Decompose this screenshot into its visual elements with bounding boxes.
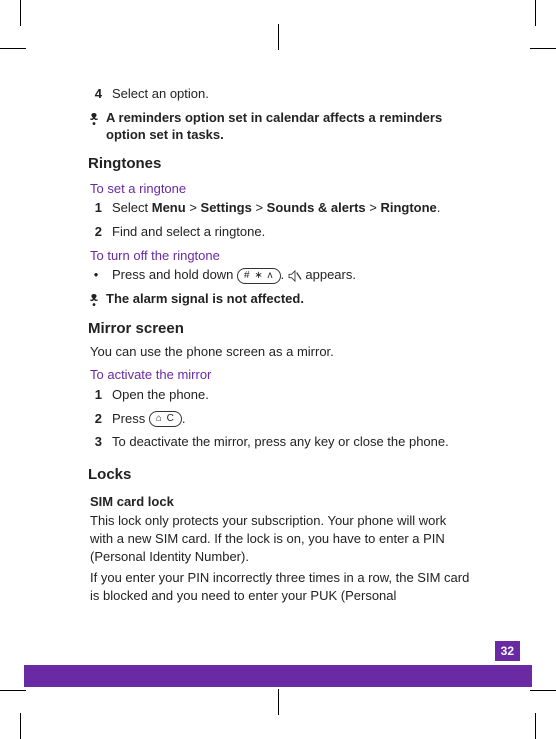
text: Press <box>112 411 149 426</box>
hint-icon: ᴥ• <box>90 290 98 309</box>
silent-mode-icon <box>288 270 302 282</box>
text: . <box>182 411 186 426</box>
sim-lock-p2: If you enter your PIN incorrectly three … <box>90 569 470 604</box>
footer-band <box>24 665 532 687</box>
step-number: 3 <box>90 433 102 451</box>
step-text: Find and select a ringtone. <box>112 223 265 241</box>
howto-activate-mirror: To activate the mirror <box>90 366 470 384</box>
sim-lock-p1: This lock only protects your subscriptio… <box>90 512 470 565</box>
step-text: Open the phone. <box>112 386 209 404</box>
activate-mirror-step-1: 1 Open the phone. <box>90 386 470 404</box>
activate-mirror-step-2: 2 Press ⌂ C. <box>90 410 470 428</box>
note-text: A reminders option set in calendar affec… <box>106 109 470 144</box>
sep: > <box>252 200 267 215</box>
step-text: To deactivate the mirror, press any key … <box>112 433 449 451</box>
heading-mirror-screen: Mirror screen <box>88 319 470 339</box>
note-text: The alarm signal is not affected. <box>106 290 304 309</box>
step-number: 4 <box>90 85 102 103</box>
step-number: 1 <box>90 386 102 404</box>
howto-turn-off-ringtone: To turn off the ringtone <box>90 247 470 265</box>
text: . <box>281 267 288 282</box>
camera-key-icon: ⌂ C <box>149 411 182 427</box>
step-text: Select an option. <box>112 85 209 103</box>
step-text: Press and hold down # ∗ ʌ. appears. <box>112 266 356 284</box>
step-4: 4 Select an option. <box>90 85 470 103</box>
text: Press and hold down <box>112 267 237 282</box>
turn-off-ringtone-step: • Press and hold down # ∗ ʌ. appears. <box>90 266 470 284</box>
note-reminders: ᴥ• A reminders option set in calendar af… <box>90 109 470 144</box>
hint-icon: ᴥ• <box>90 109 98 144</box>
set-ringtone-step-2: 2 Find and select a ringtone. <box>90 223 470 241</box>
heading-ringtones: Ringtones <box>88 154 470 174</box>
hash-key-icon: # ∗ ʌ <box>237 268 281 284</box>
text: . <box>437 200 441 215</box>
text: Select <box>112 200 152 215</box>
howto-set-ringtone: To set a ringtone <box>90 180 470 198</box>
heading-locks: Locks <box>88 465 470 485</box>
step-text: Select Menu > Settings > Sounds & alerts… <box>112 199 440 217</box>
activate-mirror-step-3: 3 To deactivate the mirror, press any ke… <box>90 433 470 451</box>
step-number: 2 <box>90 223 102 241</box>
menu-path: Menu <box>152 200 186 215</box>
text: appears. <box>305 267 356 282</box>
sep: > <box>366 200 381 215</box>
menu-path: Sounds & alerts <box>267 200 366 215</box>
heading-sim-card-lock: SIM card lock <box>90 493 470 511</box>
mirror-desc: You can use the phone screen as a mirror… <box>90 343 470 361</box>
page-content: 4 Select an option. ᴥ• A reminders optio… <box>90 85 470 608</box>
bullet: • <box>90 266 102 284</box>
step-text: Press ⌂ C. <box>112 410 186 428</box>
note-alarm: ᴥ• The alarm signal is not affected. <box>90 290 470 309</box>
page-number: 32 <box>495 641 520 661</box>
step-number: 2 <box>90 410 102 428</box>
step-number: 1 <box>90 199 102 217</box>
set-ringtone-step-1: 1 Select Menu > Settings > Sounds & aler… <box>90 199 470 217</box>
sep: > <box>186 200 201 215</box>
menu-path: Settings <box>201 200 252 215</box>
menu-path: Ringtone <box>380 200 436 215</box>
